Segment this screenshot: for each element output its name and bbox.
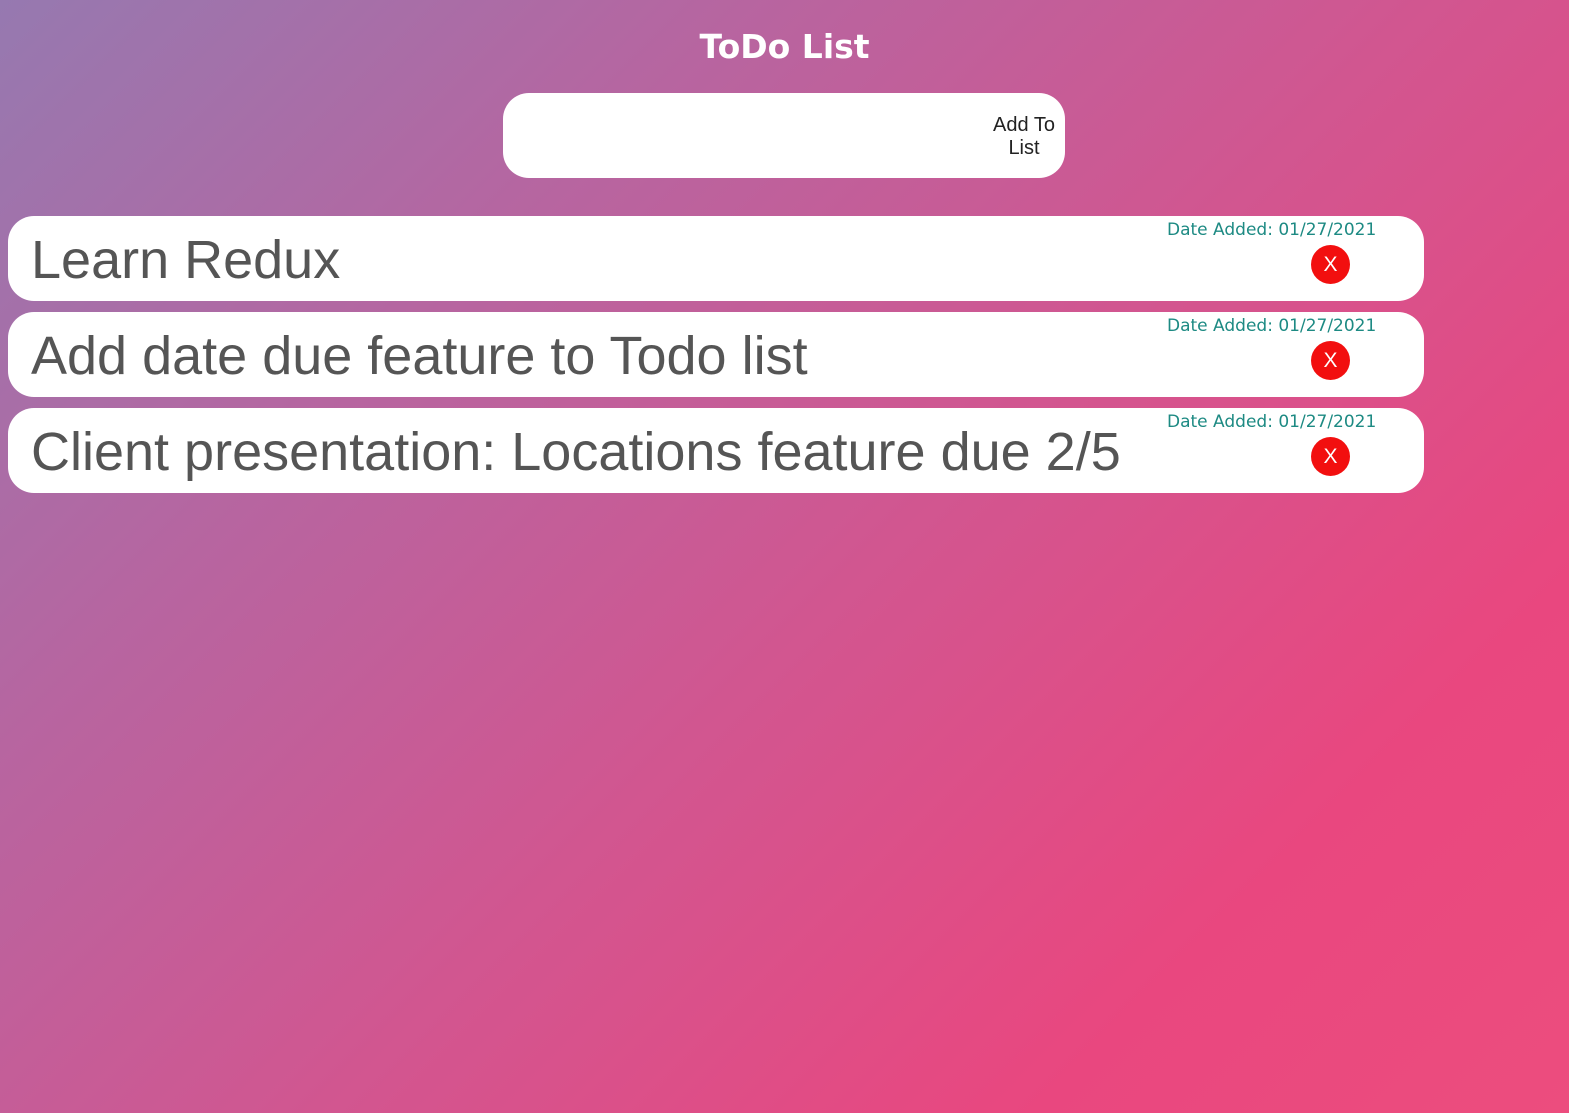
- todo-list: Learn Redux Date Added: 01/27/2021 X Add…: [8, 216, 1424, 504]
- delete-todo-button[interactable]: X: [1311, 437, 1350, 476]
- todo-input[interactable]: [525, 115, 969, 157]
- todo-text: Client presentation: Locations feature d…: [31, 422, 1121, 482]
- todo-date-added: Date Added: 01/27/2021: [1167, 220, 1377, 240]
- todo-item: Client presentation: Locations feature d…: [8, 408, 1424, 493]
- page-title: ToDo List: [699, 27, 870, 66]
- todo-item: Learn Redux Date Added: 01/27/2021 X: [8, 216, 1424, 301]
- delete-todo-button[interactable]: X: [1311, 341, 1350, 380]
- delete-todo-button[interactable]: X: [1311, 245, 1350, 284]
- add-todo-form: Add To List: [503, 93, 1065, 178]
- todo-date-added: Date Added: 01/27/2021: [1167, 316, 1377, 336]
- todo-text: Learn Redux: [31, 230, 341, 290]
- todo-text: Add date due feature to Todo list: [31, 326, 808, 386]
- add-to-list-button[interactable]: Add To List: [991, 114, 1057, 159]
- todo-item: Add date due feature to Todo list Date A…: [8, 312, 1424, 397]
- todo-date-added: Date Added: 01/27/2021: [1167, 412, 1377, 432]
